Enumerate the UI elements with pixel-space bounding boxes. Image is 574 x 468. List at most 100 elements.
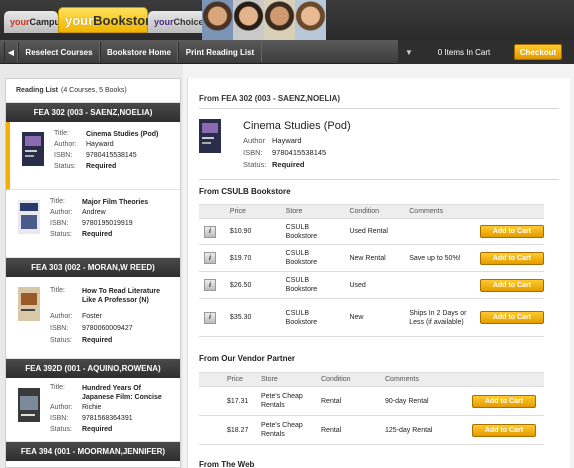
add-to-cart-button[interactable]: Add to Cart bbox=[472, 423, 536, 437]
tab-prefix: your bbox=[10, 17, 30, 27]
add-to-cart-button[interactable]: Add to Cart bbox=[472, 394, 536, 408]
price-cell: $26.50 bbox=[224, 271, 281, 299]
student-photo bbox=[233, 0, 264, 40]
course-header[interactable]: FEA 394 (001 - MOORMAN,JENNIFER) bbox=[6, 442, 180, 461]
add-to-cart-button[interactable]: Add to Cart bbox=[479, 251, 544, 265]
book-cover-image bbox=[18, 200, 40, 234]
tab-your-bookstore[interactable]: your Bookstore bbox=[58, 7, 157, 33]
tab-your-campus[interactable]: your Campus bbox=[4, 11, 65, 33]
field-label: Title: bbox=[54, 130, 69, 137]
info-icon[interactable]: i bbox=[204, 311, 216, 324]
list-item-book[interactable]: Title: Cinema Studies (Pod) Author: Hayw… bbox=[6, 122, 180, 190]
field-label: Status: bbox=[50, 231, 72, 238]
site-header: your Campus your Bookstore your Choices bbox=[0, 0, 574, 40]
condition-cell: New bbox=[344, 298, 405, 337]
field-label: ISBN: bbox=[50, 415, 69, 422]
info-icon[interactable]: i bbox=[204, 279, 216, 291]
add-to-cart-button[interactable]: Add to Cart bbox=[479, 278, 544, 292]
book-author: Hayward bbox=[272, 136, 302, 145]
tab-prefix: your bbox=[154, 17, 174, 27]
field-label: Status: bbox=[243, 160, 267, 169]
column-header: Condition bbox=[316, 372, 380, 387]
price-cell: $18.27 bbox=[199, 415, 256, 445]
back-arrow-icon[interactable]: ◀ bbox=[4, 42, 18, 62]
section-title: From Our Vendor Partner bbox=[199, 354, 296, 363]
column-header bbox=[467, 372, 544, 387]
tab-your-choices[interactable]: your Choices bbox=[148, 11, 209, 33]
course-header[interactable]: FEA 302 (003 - SAENZ,NOELIA) bbox=[6, 103, 180, 122]
divider bbox=[199, 179, 559, 180]
field-label: Title: bbox=[50, 198, 65, 205]
book-cover-image bbox=[199, 119, 221, 153]
list-item-book[interactable]: Title: Major Film Theories Author: Andre… bbox=[6, 190, 180, 258]
comments-cell: 125-day Rental bbox=[380, 415, 467, 445]
book-title: Cinema Studies (Pod) bbox=[243, 120, 351, 132]
field-label: Author: bbox=[54, 141, 77, 148]
reading-list: Reading List (4 Courses, 5 Books) FEA 30… bbox=[5, 78, 181, 468]
field-label: Author: bbox=[50, 313, 73, 320]
add-to-cart-button[interactable]: Add to Cart bbox=[479, 225, 544, 238]
book-title: Cinema Studies (Pod) bbox=[86, 131, 159, 138]
reading-list-pane: Reading List (4 Courses, 5 Books) FEA 30… bbox=[0, 64, 183, 468]
book-cover-image bbox=[18, 388, 40, 422]
comments-cell: Save up to 50%! bbox=[404, 244, 475, 272]
store-cell: Pete's Cheap Rentals bbox=[256, 386, 316, 416]
field-label: ISBN: bbox=[50, 220, 69, 227]
chevron-down-icon[interactable]: ▼ bbox=[400, 42, 418, 62]
comments-cell: Ships In 2 Days or Less (if available) bbox=[404, 298, 475, 337]
course-header[interactable]: FEA 392D (001 - AQUINO,ROWENA) bbox=[6, 359, 180, 378]
column-header: Store bbox=[280, 204, 345, 219]
field-label: ISBN: bbox=[54, 152, 73, 159]
column-header: Comments bbox=[404, 204, 475, 219]
book-author: Richie bbox=[82, 404, 102, 411]
table-row: i $19.70 CSULB Bookstore New Rental Save… bbox=[199, 244, 544, 272]
list-item-book[interactable]: Title: Hundred Years Of Japanese Film: C… bbox=[6, 378, 180, 442]
print-reading-list-button[interactable]: Print Reading List bbox=[178, 42, 262, 62]
info-icon[interactable]: i bbox=[204, 225, 216, 238]
condition-cell: Used Rental bbox=[344, 218, 405, 245]
comments-cell bbox=[404, 271, 475, 299]
reading-list-header: Reading List (4 Courses, 5 Books) bbox=[6, 79, 180, 103]
student-photo bbox=[202, 0, 233, 40]
book-cover-image bbox=[22, 132, 44, 166]
field-label: Status: bbox=[54, 163, 76, 170]
course-source: From FEA 302 (003 - SAENZ,NOELIA) bbox=[199, 94, 341, 103]
book-detail: From FEA 302 (003 - SAENZ,NOELIA) Cinema… bbox=[187, 78, 570, 468]
book-title: How To Read Literature Like A Professor … bbox=[82, 288, 161, 304]
student-photo bbox=[295, 0, 326, 40]
price-cell: $10.90 bbox=[224, 218, 281, 245]
reading-list-summary: (4 Courses, 5 Books) bbox=[61, 87, 127, 94]
field-label: Status: bbox=[50, 426, 72, 433]
divider bbox=[199, 108, 559, 109]
info-icon[interactable]: i bbox=[204, 252, 216, 264]
book-status: Required bbox=[272, 160, 305, 169]
book-status: Required bbox=[82, 337, 113, 344]
column-header bbox=[199, 204, 225, 219]
tab-prefix: your bbox=[65, 12, 94, 28]
book-isbn: 9780415538145 bbox=[272, 148, 327, 157]
students-banner-image bbox=[202, 0, 326, 40]
book-status: Required bbox=[86, 163, 117, 170]
checkout-button[interactable]: Checkout bbox=[514, 44, 562, 60]
table-header-row: Price Store Condition Comments bbox=[199, 372, 544, 387]
bookstore-home-button[interactable]: Bookstore Home bbox=[100, 42, 178, 62]
price-cell: $35.30 bbox=[224, 298, 281, 337]
book-status: Required bbox=[82, 231, 113, 238]
student-photo bbox=[264, 0, 295, 40]
reselect-courses-button[interactable]: Reselect Courses bbox=[18, 42, 100, 62]
table-row: i $26.50 CSULB Bookstore Used Add to Car… bbox=[199, 271, 544, 299]
book-isbn: 9780060009427 bbox=[82, 325, 133, 332]
store-cell: CSULB Bookstore bbox=[280, 218, 345, 245]
reading-list-title: Reading List bbox=[16, 87, 59, 94]
field-label: Title: bbox=[50, 384, 65, 391]
add-to-cart-button[interactable]: Add to Cart bbox=[479, 311, 544, 324]
book-isbn: 9780195019919 bbox=[82, 220, 133, 227]
cart-count[interactable]: 0 Items In Cart bbox=[422, 40, 506, 64]
field-label: Author: bbox=[50, 209, 73, 216]
comments-cell: 90-day Rental bbox=[380, 386, 467, 416]
book-author: Foster bbox=[82, 313, 102, 320]
store-cell: Pete's Cheap Rentals bbox=[256, 415, 316, 445]
condition-cell: New Rental bbox=[344, 244, 405, 272]
course-header[interactable]: FEA 303 (002 - MORAN,W REED) bbox=[6, 258, 180, 277]
list-item-book[interactable]: Title: How To Read Literature Like A Pro… bbox=[6, 277, 180, 359]
